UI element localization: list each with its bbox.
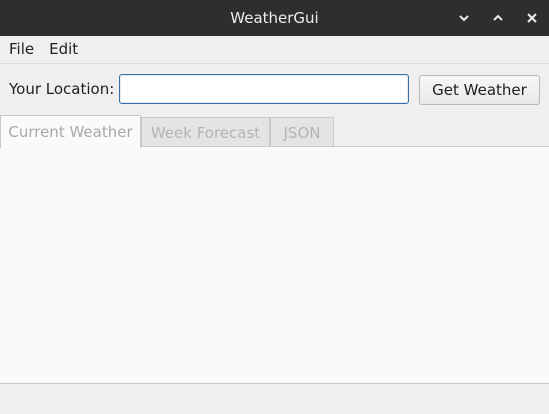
menu-file[interactable]: File <box>0 36 40 63</box>
minimize-button[interactable] <box>447 0 481 36</box>
chevron-down-icon <box>459 15 469 22</box>
menu-edit[interactable]: Edit <box>40 36 84 63</box>
close-icon <box>527 13 537 23</box>
status-bar <box>0 384 549 414</box>
chevron-up-icon <box>493 14 503 21</box>
close-button[interactable] <box>515 0 549 36</box>
menu-bar: File Edit <box>0 36 549 64</box>
window-controls <box>447 0 549 36</box>
tab-week-forecast[interactable]: Week Forecast <box>141 117 270 147</box>
title-bar[interactable]: WeatherGui <box>0 0 549 36</box>
tab-json[interactable]: JSON <box>270 117 334 147</box>
window-title: WeatherGui <box>230 9 319 27</box>
location-label: Your Location: <box>9 80 115 98</box>
get-weather-button[interactable]: Get Weather <box>419 75 540 105</box>
tab-current-weather[interactable]: Current Weather <box>0 115 141 148</box>
location-input[interactable] <box>119 74 409 104</box>
maximize-button[interactable] <box>481 0 515 36</box>
tab-content-panel <box>0 147 549 383</box>
tab-bar: Current Weather Week Forecast JSON <box>0 115 549 148</box>
